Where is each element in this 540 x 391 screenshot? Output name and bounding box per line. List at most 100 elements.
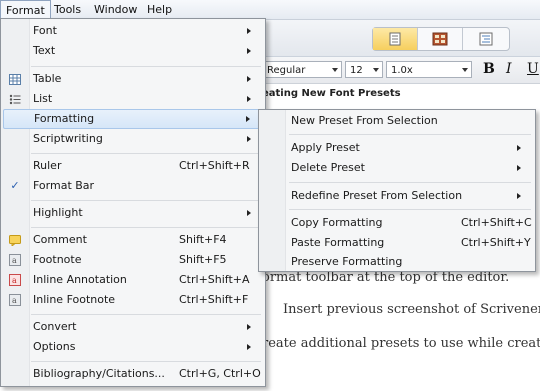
menu-item-shortcut: Ctrl+Shift+Y bbox=[461, 236, 531, 249]
submenu-arrow-icon bbox=[247, 324, 251, 330]
menu-item-label: Redefine Preset From Selection bbox=[291, 189, 463, 202]
svg-text:a: a bbox=[12, 256, 17, 265]
submenu-arrow-icon bbox=[247, 48, 251, 54]
menu-item-label: Options bbox=[33, 340, 76, 353]
menu-separator bbox=[289, 209, 531, 210]
submenu-arrow-icon bbox=[247, 210, 251, 216]
menu-item-list[interactable]: List bbox=[3, 89, 263, 109]
comment-icon bbox=[9, 234, 21, 246]
document-line-3: reate additional presets to use while cr… bbox=[262, 336, 540, 351]
submenu-arrow-icon bbox=[247, 28, 251, 34]
font-size-select[interactable]: 12 bbox=[345, 61, 383, 78]
menu-item-label: Convert bbox=[33, 320, 77, 333]
menu-item-paste-formatting[interactable]: Paste Formatting Ctrl+Shift+Y bbox=[261, 233, 533, 253]
menu-item-delete-preset[interactable]: Delete Preset bbox=[261, 158, 533, 178]
menu-item-label: Bibliography/Citations... bbox=[33, 367, 165, 380]
underline-button[interactable]: U bbox=[527, 61, 539, 78]
menu-item-label: New Preset From Selection bbox=[291, 114, 438, 127]
menu-item-shortcut: Shift+F5 bbox=[179, 253, 227, 266]
menu-item-table[interactable]: Table bbox=[3, 69, 263, 89]
outliner-mode-button[interactable] bbox=[463, 28, 508, 50]
italic-button[interactable]: I bbox=[506, 61, 512, 78]
document-icon bbox=[389, 32, 401, 46]
menu-item-inline-annotation[interactable]: a Inline Annotation Ctrl+Shift+A bbox=[3, 270, 263, 290]
corkboard-mode-button[interactable] bbox=[418, 28, 463, 50]
menu-item-shortcut: Shift+F4 bbox=[179, 233, 227, 246]
menu-item-scriptwriting[interactable]: Scriptwriting bbox=[3, 129, 263, 149]
line-spacing-value: 1.0x bbox=[391, 65, 413, 76]
menu-window[interactable]: Window bbox=[89, 1, 142, 18]
menu-item-footnote[interactable]: a Footnote Shift+F5 bbox=[3, 250, 263, 270]
menu-bar: Format Tools Window Help bbox=[0, 0, 540, 20]
menu-item-new-preset[interactable]: New Preset From Selection bbox=[261, 111, 533, 131]
menu-item-comment[interactable]: Comment Shift+F4 bbox=[3, 230, 263, 250]
submenu-arrow-icon bbox=[517, 145, 521, 151]
menu-item-format-bar[interactable]: ✓ Format Bar bbox=[3, 176, 263, 196]
menu-separator bbox=[289, 182, 531, 183]
menu-separator bbox=[289, 134, 531, 135]
menu-format[interactable]: Format bbox=[0, 0, 51, 19]
menu-separator bbox=[31, 153, 261, 154]
menu-item-copy-formatting[interactable]: Copy Formatting Ctrl+Shift+C bbox=[261, 213, 533, 233]
list-icon bbox=[9, 93, 21, 105]
menu-item-redefine-preset[interactable]: Redefine Preset From Selection bbox=[261, 186, 533, 206]
menu-item-label: Format Bar bbox=[33, 179, 95, 192]
menu-item-inline-footnote[interactable]: a Inline Footnote Ctrl+Shift+F bbox=[3, 290, 263, 310]
formatting-submenu: New Preset From Selection Apply Preset D… bbox=[258, 109, 536, 272]
submenu-arrow-icon bbox=[247, 136, 251, 142]
menu-item-shortcut: Ctrl+Shift+C bbox=[461, 216, 532, 229]
menu-item-label: Table bbox=[33, 72, 62, 85]
line-spacing-select[interactable]: 1.0x bbox=[386, 61, 472, 78]
submenu-arrow-icon bbox=[517, 165, 521, 171]
menu-item-label: Formatting bbox=[34, 112, 95, 125]
menu-item-shortcut: Ctrl+Shift+F bbox=[179, 293, 249, 306]
chevron-down-icon bbox=[332, 68, 338, 72]
menu-item-ruler[interactable]: Ruler Ctrl+Shift+R bbox=[3, 156, 263, 176]
menu-tools[interactable]: Tools bbox=[49, 1, 86, 18]
menu-item-shortcut: Ctrl+Shift+R bbox=[179, 159, 250, 172]
font-style-select[interactable]: Regular bbox=[262, 61, 342, 78]
menu-item-label: Font bbox=[33, 24, 57, 37]
menu-item-options[interactable]: Options bbox=[3, 337, 263, 357]
submenu-arrow-icon bbox=[517, 193, 521, 199]
document-line-2: Insert previous screenshot of Scrivener bbox=[283, 302, 540, 317]
outliner-icon bbox=[479, 32, 492, 46]
menu-item-label: Delete Preset bbox=[291, 161, 365, 174]
menu-item-label: Ruler bbox=[33, 159, 62, 172]
menu-item-bibliography[interactable]: Bibliography/Citations... Ctrl+G, Ctrl+O bbox=[3, 364, 263, 384]
submenu-arrow-icon bbox=[247, 344, 251, 350]
font-style-value: Regular bbox=[267, 65, 306, 76]
menu-separator bbox=[31, 227, 261, 228]
document-line-1: ormat toolbar at the top of the editor. bbox=[262, 270, 510, 285]
submenu-arrow-icon bbox=[247, 96, 251, 102]
menu-item-label: Text bbox=[33, 44, 56, 57]
menu-item-formatting[interactable]: Formatting bbox=[3, 109, 263, 129]
scrivenings-mode-button[interactable] bbox=[373, 28, 418, 50]
svg-text:a: a bbox=[12, 276, 17, 285]
menu-item-convert[interactable]: Convert bbox=[3, 317, 263, 337]
format-menu: Font Text Table List Formatting Scriptwr… bbox=[0, 18, 266, 387]
font-size-value: 12 bbox=[350, 65, 363, 76]
menu-item-shortcut: Ctrl+Shift+A bbox=[179, 273, 250, 286]
footnote-icon: a bbox=[9, 254, 21, 266]
view-mode-group bbox=[372, 27, 510, 51]
menu-item-highlight[interactable]: Highlight bbox=[3, 203, 263, 223]
menu-item-label: Inline Annotation bbox=[33, 273, 127, 286]
svg-text:a: a bbox=[12, 296, 17, 305]
chevron-down-icon bbox=[462, 68, 468, 72]
menu-item-text[interactable]: Text bbox=[3, 41, 263, 61]
menu-item-font[interactable]: Font bbox=[3, 21, 263, 41]
menu-item-label: Preserve Formatting bbox=[291, 255, 403, 268]
menu-item-label: Scriptwriting bbox=[33, 132, 103, 145]
menu-item-label: Footnote bbox=[33, 253, 82, 266]
bold-button[interactable]: B bbox=[483, 61, 495, 78]
menu-help[interactable]: Help bbox=[142, 1, 177, 18]
menu-item-preserve-formatting[interactable]: Preserve Formatting bbox=[261, 252, 533, 272]
menu-separator bbox=[31, 314, 261, 315]
menu-item-label: Comment bbox=[33, 233, 87, 246]
menu-item-apply-preset[interactable]: Apply Preset bbox=[261, 138, 533, 158]
menu-item-label: Apply Preset bbox=[291, 141, 360, 154]
menu-separator bbox=[31, 200, 261, 201]
corkboard-icon bbox=[432, 32, 448, 46]
menu-item-label: Highlight bbox=[33, 206, 83, 219]
